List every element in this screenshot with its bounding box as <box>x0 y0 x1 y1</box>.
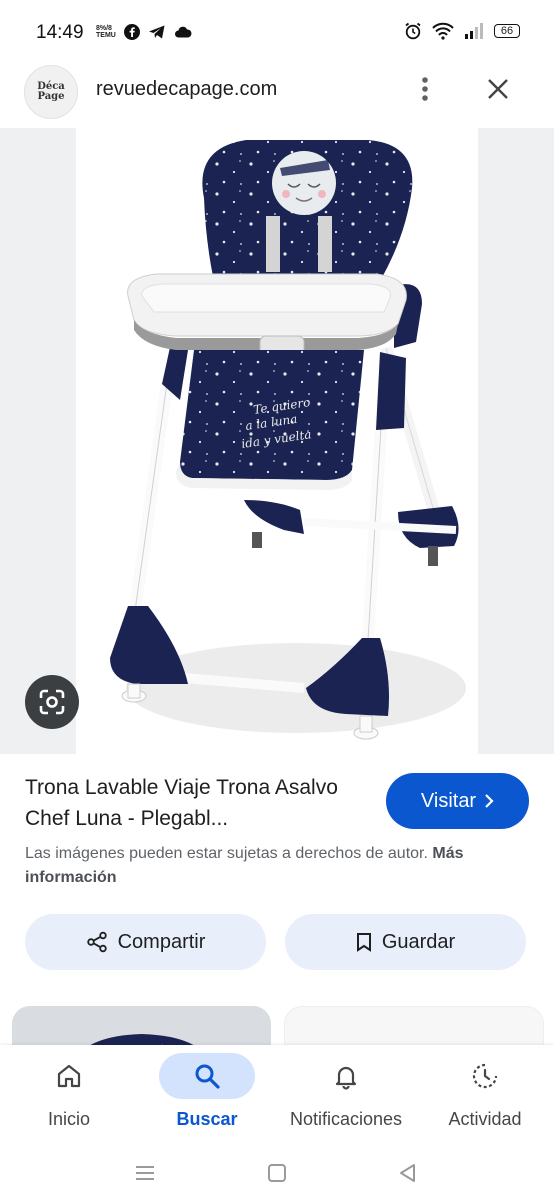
share-button[interactable]: Compartir <box>25 914 266 970</box>
nav-label-buscar: Buscar <box>176 1109 238 1129</box>
chevron-right-icon <box>485 794 494 808</box>
visit-label: Visitar <box>420 789 477 812</box>
site-name[interactable]: revuedecapage.com <box>96 78 277 101</box>
nav-icon-container <box>298 1053 394 1099</box>
close-icon <box>488 79 508 99</box>
search-icon <box>195 1064 220 1089</box>
nav-icon-container <box>21 1053 117 1099</box>
home-system-button[interactable] <box>257 1153 297 1193</box>
nav-icon-container <box>159 1053 255 1099</box>
google-lens-button[interactable] <box>25 675 79 729</box>
visit-button[interactable]: Visitar <box>386 773 529 829</box>
nav-item-buscar[interactable]: Buscar <box>138 1045 276 1145</box>
image-preview-area: Te quiero a la luna ida y vuelta <box>0 128 554 754</box>
nav-item-notificaciones[interactable]: Notificaciones <box>277 1045 415 1145</box>
system-navigation-bar <box>0 1145 554 1200</box>
back-system-button[interactable] <box>388 1153 428 1193</box>
site-logo[interactable]: Déca Page <box>24 65 78 119</box>
copyright-notice: Las imágenes pueden estar sujetas a dere… <box>25 842 535 890</box>
home-icon <box>57 1064 81 1088</box>
share-icon <box>86 931 107 953</box>
status-bar: 14:49 8%/8 TEMU 66 <box>0 0 554 66</box>
battery-icon: 66 <box>494 24 520 38</box>
status-time: 14:49 <box>36 22 84 43</box>
nav-label-inicio: Inicio <box>47 1109 91 1129</box>
high-chair-illustration: Te quiero a la luna ida y vuelta <box>110 140 466 740</box>
facebook-icon <box>124 24 140 40</box>
product-image[interactable]: Te quiero a la luna ida y vuelta <box>76 128 478 754</box>
alarm-icon <box>405 22 421 40</box>
source-header: Déca Page revuedecapage.com <box>0 62 554 128</box>
square-icon <box>268 1164 286 1182</box>
lens-icon <box>39 689 65 715</box>
share-label: Compartir <box>117 930 206 953</box>
logo-line-2: Page <box>37 91 65 102</box>
notification-icons: 8%/8 TEMU <box>96 24 192 40</box>
activity-icon <box>472 1063 498 1089</box>
recent-apps-button[interactable] <box>125 1153 165 1193</box>
bottom-navigation: Inicio Buscar Notificaciones Actividad <box>0 1045 554 1145</box>
nav-item-inicio[interactable]: Inicio <box>0 1045 138 1145</box>
temu-notification-icon: 8%/8 TEMU <box>96 25 116 39</box>
nav-item-actividad[interactable]: Actividad <box>416 1045 554 1145</box>
menu-icon <box>136 1166 154 1180</box>
wifi-icon <box>432 22 454 40</box>
more-vert-icon <box>422 77 428 101</box>
signal-icon <box>465 23 483 39</box>
nav-label-actividad: Actividad <box>448 1109 522 1129</box>
save-label: Guardar <box>381 930 456 953</box>
save-button[interactable]: Guardar <box>285 914 526 970</box>
cloud-icon <box>175 26 192 38</box>
bell-icon <box>335 1066 357 1090</box>
copyright-text: Las imágenes pueden estar sujetas a dere… <box>25 845 428 862</box>
more-options-button[interactable] <box>412 74 438 104</box>
back-triangle-icon <box>400 1164 415 1182</box>
bookmark-icon <box>356 933 371 952</box>
nav-label-notificaciones: Notificaciones <box>289 1109 403 1129</box>
close-button[interactable] <box>482 72 514 106</box>
nav-icon-container <box>437 1053 533 1099</box>
result-title[interactable]: Trona Lavable Viaje Trona Asalvo Chef Lu… <box>25 772 375 834</box>
system-status-icons: 66 <box>404 22 520 40</box>
telegram-icon <box>149 25 165 39</box>
